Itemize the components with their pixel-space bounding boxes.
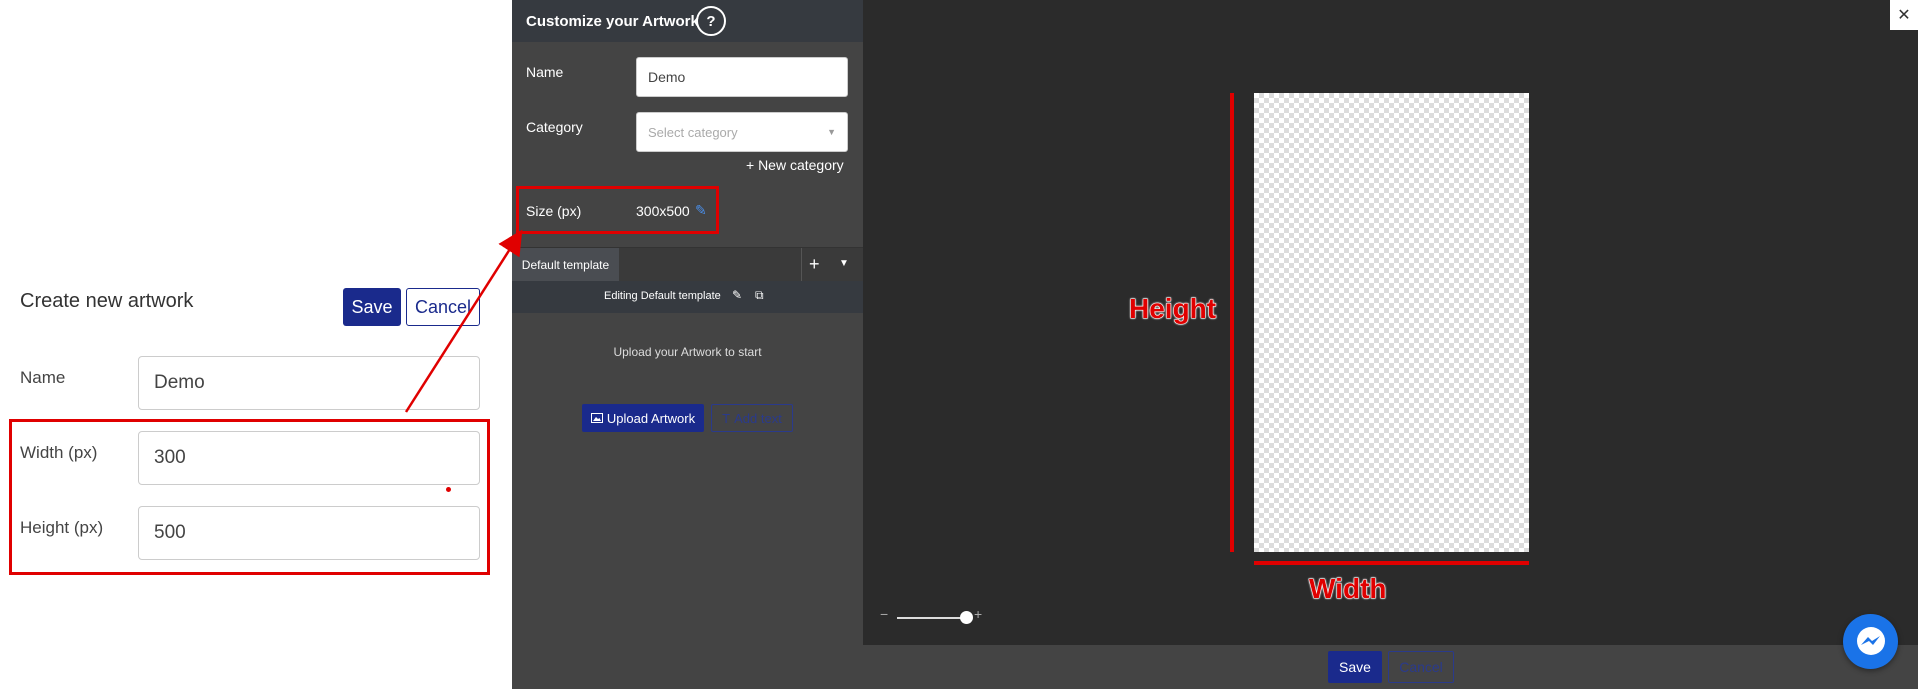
- panel-header: Customize your Artwork ?: [512, 0, 863, 42]
- close-icon[interactable]: ✕: [1890, 0, 1918, 30]
- panel-category-label: Category: [526, 119, 583, 135]
- zoom-out-icon[interactable]: −: [880, 606, 888, 622]
- copy-icon[interactable]: ⧉: [755, 288, 764, 303]
- footer-save-button[interactable]: Save: [1328, 651, 1382, 683]
- artboard[interactable]: [1254, 93, 1529, 552]
- form-title: Create new artwork: [20, 290, 194, 312]
- canvas-area: Height Width − +: [863, 0, 1918, 645]
- tab-divider: [801, 248, 802, 282]
- add-template-icon[interactable]: +: [809, 254, 820, 275]
- zoom-slider-handle[interactable]: [960, 611, 973, 624]
- cancel-button[interactable]: Cancel: [406, 288, 480, 326]
- height-indicator-line: [1230, 93, 1234, 552]
- editing-bar: Editing Default template ✎ ⧉: [512, 281, 863, 313]
- create-artwork-form: Create new artwork Save Cancel Name Demo…: [0, 0, 512, 689]
- category-select[interactable]: Select category ▼: [636, 112, 848, 152]
- chevron-down-icon[interactable]: ▼: [839, 258, 849, 269]
- messenger-glyph: [1856, 626, 1885, 655]
- text-icon: T: [722, 410, 731, 426]
- size-highlight: [516, 186, 719, 234]
- editing-label: Editing Default template: [604, 290, 721, 302]
- upload-artwork-button[interactable]: Upload Artwork: [582, 404, 704, 432]
- panel-title: Customize your Artwork: [526, 13, 699, 30]
- panel-name-input[interactable]: Demo: [636, 57, 848, 97]
- name-input[interactable]: Demo: [138, 356, 480, 410]
- upload-hint: Upload your Artwork to start: [613, 345, 762, 359]
- zoom-in-icon[interactable]: +: [974, 606, 982, 622]
- width-indicator-line: [1254, 561, 1529, 565]
- footer-cancel-button[interactable]: Cancel: [1388, 651, 1454, 683]
- add-text-label: Add text: [734, 410, 782, 426]
- new-category-link[interactable]: + New category: [746, 157, 844, 173]
- messenger-icon[interactable]: [1843, 614, 1898, 669]
- size-fields-highlight: [9, 419, 490, 575]
- template-tabbar: Default template + ▼: [512, 247, 863, 282]
- name-label: Name: [20, 368, 66, 387]
- image-icon: [590, 413, 603, 423]
- chevron-down-icon: ▼: [827, 127, 836, 137]
- zoom-slider-track[interactable]: [897, 617, 965, 619]
- height-annotation: Height: [1128, 293, 1217, 325]
- category-placeholder: Select category: [648, 124, 738, 140]
- pencil-icon[interactable]: ✎: [732, 288, 742, 302]
- footer-bar: Save Cancel: [863, 645, 1918, 689]
- upload-artwork-label: Upload Artwork: [606, 410, 696, 426]
- width-annotation: Width: [1309, 573, 1387, 605]
- customize-panel: Customize your Artwork ? Name Demo Categ…: [512, 0, 863, 689]
- add-text-button[interactable]: T Add text: [711, 404, 793, 432]
- save-button[interactable]: Save: [343, 288, 401, 326]
- panel-name-label: Name: [526, 64, 564, 80]
- help-icon[interactable]: ?: [696, 6, 726, 36]
- tab-default-template[interactable]: Default template: [512, 248, 619, 282]
- annotation-dot: [446, 487, 451, 492]
